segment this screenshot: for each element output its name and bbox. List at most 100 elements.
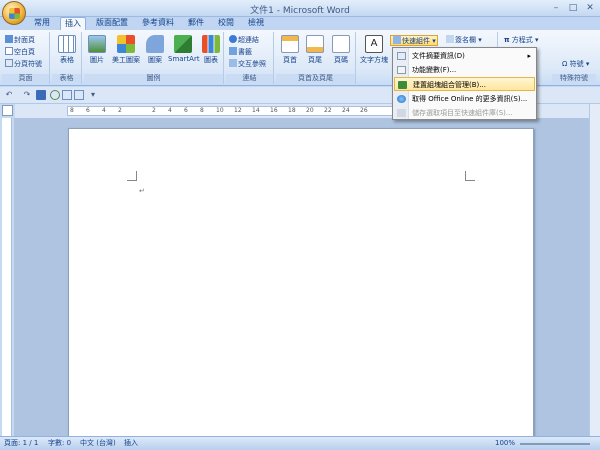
cross-reference-button[interactable]: 交互參照 (229, 59, 266, 70)
menu-item-building-blocks[interactable]: 建置組塊組合管理(B)... (394, 77, 535, 91)
undo-icon[interactable]: ↶ (4, 90, 14, 100)
table-icon (58, 35, 76, 53)
status-bar: 頁面: 1 / 1 字數: 0 中文 (台灣) 插入 100% (0, 436, 600, 450)
save-gallery-icon (397, 109, 406, 117)
tab-mailings[interactable]: 郵件 (184, 17, 208, 30)
clipart-button[interactable]: 美工圖案 (110, 35, 142, 65)
header-button[interactable]: 頁首 (279, 35, 301, 65)
chart-icon (202, 35, 220, 53)
picture-button[interactable]: 圖片 (86, 35, 108, 65)
quick-parts-menu: 文件摘要資訊(D) ▸ 功能變數(F)... 建置組塊組合管理(B)... 取得… (392, 47, 537, 120)
menu-item-save-to-gallery[interactable]: 儲存選取項目至快速組件庫(S)... (394, 106, 535, 120)
vertical-scrollbar[interactable] (589, 104, 600, 436)
signature-line-button[interactable]: 簽名欄 ▾ (446, 35, 482, 46)
cover-page-button[interactable]: 封面頁 (5, 35, 35, 46)
ruler-mark: 6 (184, 107, 188, 114)
document-page[interactable]: ↵ (68, 128, 534, 436)
menu-item-office-online[interactable]: 取得 Office Online 的更多資訊(S)... (394, 92, 535, 106)
ruler-mark: 14 (252, 107, 260, 114)
cover-page-icon (5, 35, 13, 43)
zoom-slider[interactable] (520, 443, 590, 445)
ruler-mark: 6 (86, 107, 90, 114)
page-break-icon (5, 59, 13, 67)
close-button[interactable]: ✕ (582, 2, 598, 14)
tab-view[interactable]: 檢視 (244, 17, 268, 30)
document-property-icon (397, 52, 406, 60)
omega-icon: Ω (562, 60, 568, 68)
pi-icon: π (504, 36, 510, 44)
group-pages: 封面頁 空白頁 分頁符號 頁面 (2, 32, 50, 84)
footer-button[interactable]: 頁尾 (304, 35, 326, 65)
status-words[interactable]: 字數: 0 (48, 437, 71, 450)
maximize-button[interactable]: □ (565, 2, 581, 14)
hyperlink-icon (229, 35, 237, 43)
ruler-mark: 18 (288, 107, 296, 114)
minimize-button[interactable]: – (548, 2, 564, 14)
hyperlink-button[interactable]: 超連結 (229, 35, 259, 46)
print-icon[interactable] (74, 90, 84, 100)
ruler-mark: 12 (234, 107, 242, 114)
menu-item-document-property[interactable]: 文件摘要資訊(D) ▸ (394, 49, 535, 63)
status-insert-mode[interactable]: 插入 (124, 437, 138, 450)
bookmark-button[interactable]: 書籤 (229, 47, 252, 58)
group-tables: 表格 表格 (52, 32, 82, 84)
cross-reference-icon (229, 59, 237, 67)
redo-icon[interactable]: ↷ (22, 90, 32, 100)
textbox-button[interactable]: A 文字方塊 (360, 35, 388, 65)
group-label-links: 連結 (226, 74, 273, 83)
tab-insert[interactable]: 插入 (60, 17, 86, 30)
smartart-button[interactable]: SmartArt (168, 35, 200, 63)
bookmark-icon (229, 47, 237, 55)
group-label-illustrations: 圖例 (84, 74, 223, 83)
textbox-icon: A (365, 35, 383, 53)
ruler-mark: 10 (216, 107, 224, 114)
submenu-arrow-icon: ▸ (527, 52, 531, 60)
group-label-tables: 表格 (52, 74, 81, 83)
group-links: 超連結 書籤 交互參照 連結 (226, 32, 274, 84)
tab-page-layout[interactable]: 版面配置 (92, 17, 132, 30)
ruler-mark: 4 (102, 107, 106, 114)
page-number-icon (332, 35, 350, 53)
group-label-header-footer: 頁首及頁尾 (276, 74, 355, 83)
paragraph-mark-icon: ↵ (139, 187, 145, 195)
equation-button[interactable]: π 方程式 ▾ (504, 35, 539, 46)
shapes-button[interactable]: 圖案 (144, 35, 166, 65)
title-bar: 文件1 - Microsoft Word – □ ✕ (0, 0, 600, 17)
quick-parts-icon (393, 36, 401, 44)
margin-corner (127, 171, 137, 181)
page-break-button[interactable]: 分頁符號 (5, 59, 42, 70)
group-header-footer: 頁首 頁尾 頁碼 頁首及頁尾 (276, 32, 356, 84)
zoom-level[interactable]: 100% (495, 437, 515, 450)
ruler-mark: 8 (70, 107, 74, 114)
vertical-ruler (2, 118, 12, 436)
customize-toolbar-icon[interactable]: ▾ (88, 90, 98, 100)
ruler-mark: 2 (118, 107, 122, 114)
page-number-button[interactable]: 頁碼 (329, 35, 353, 65)
status-page[interactable]: 頁面: 1 / 1 (4, 437, 38, 450)
table-button[interactable]: 表格 (56, 35, 78, 65)
save-icon[interactable] (36, 90, 46, 100)
tab-references[interactable]: 參考資料 (138, 17, 178, 30)
tab-home[interactable]: 常用 (30, 17, 54, 30)
picture-icon (88, 35, 106, 53)
office-logo-icon (9, 8, 20, 19)
quick-parts-button[interactable]: 快速組件 ▾ (390, 35, 438, 46)
group-label-pages: 頁面 (2, 74, 49, 83)
ruler-mark: 8 (200, 107, 204, 114)
ruler-mark: 22 (324, 107, 332, 114)
document-workspace: ↵ (14, 118, 589, 436)
blank-page-button[interactable]: 空白頁 (5, 47, 35, 58)
chart-button[interactable]: 圖表 (200, 35, 222, 65)
tab-review[interactable]: 校閱 (214, 17, 238, 30)
ruler-toggle-icon[interactable] (2, 105, 13, 116)
menu-item-field[interactable]: 功能變數(F)... (394, 63, 535, 77)
signature-icon (446, 35, 454, 43)
print-preview-icon[interactable] (62, 90, 72, 100)
blank-page-icon (5, 47, 13, 55)
status-language[interactable]: 中文 (台灣) (80, 437, 116, 450)
office-button[interactable] (2, 1, 26, 25)
check-icon[interactable] (50, 90, 60, 100)
ruler-mark: 2 (152, 107, 156, 114)
symbol-button[interactable]: Ω 符號 ▾ (562, 59, 589, 70)
group-label-symbols: 特殊符號 (552, 74, 596, 83)
